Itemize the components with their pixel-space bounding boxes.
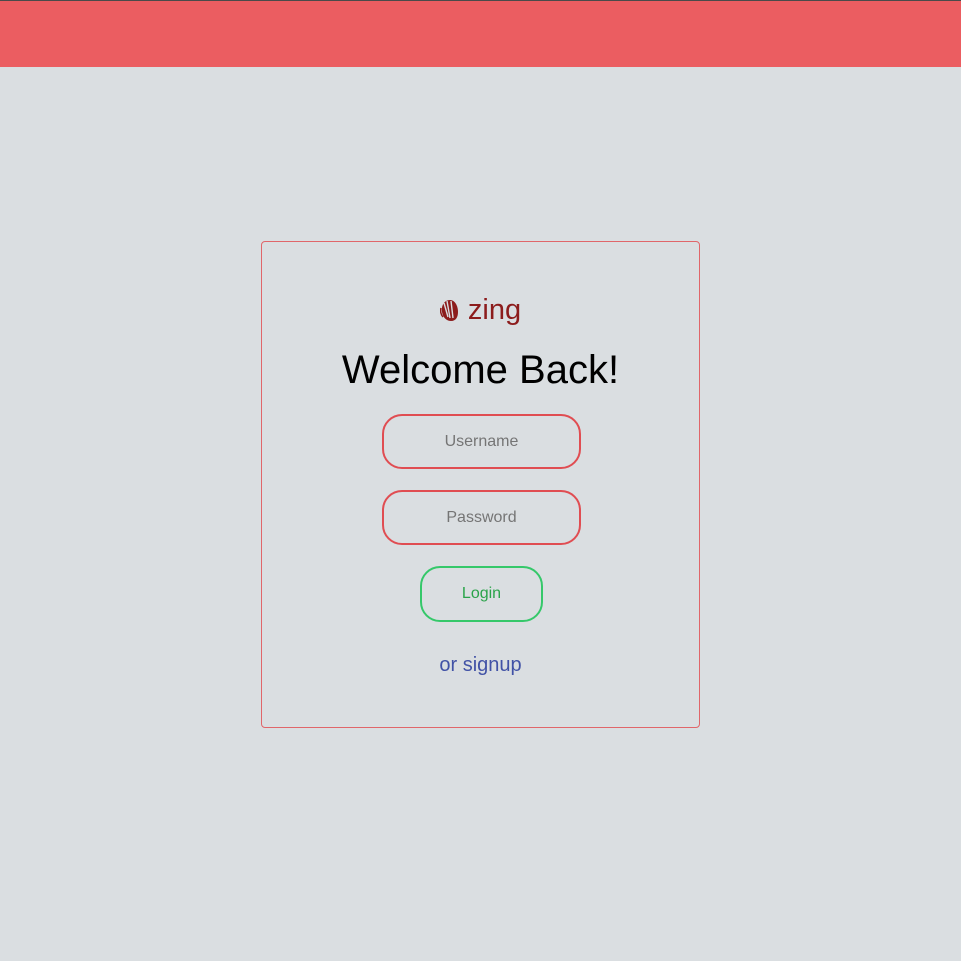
username-input[interactable] <box>382 414 581 469</box>
brand: zing <box>262 293 699 327</box>
password-input[interactable] <box>382 490 581 545</box>
login-button[interactable]: Login <box>420 566 543 622</box>
brand-name: zing <box>467 294 522 326</box>
signup-link[interactable]: or signup <box>262 653 699 677</box>
login-card: zing Welcome Back! Login or signup <box>261 241 700 728</box>
top-header-bar <box>0 0 961 67</box>
page-title: Welcome Back! <box>341 348 620 392</box>
shell-logo-icon <box>439 297 460 323</box>
